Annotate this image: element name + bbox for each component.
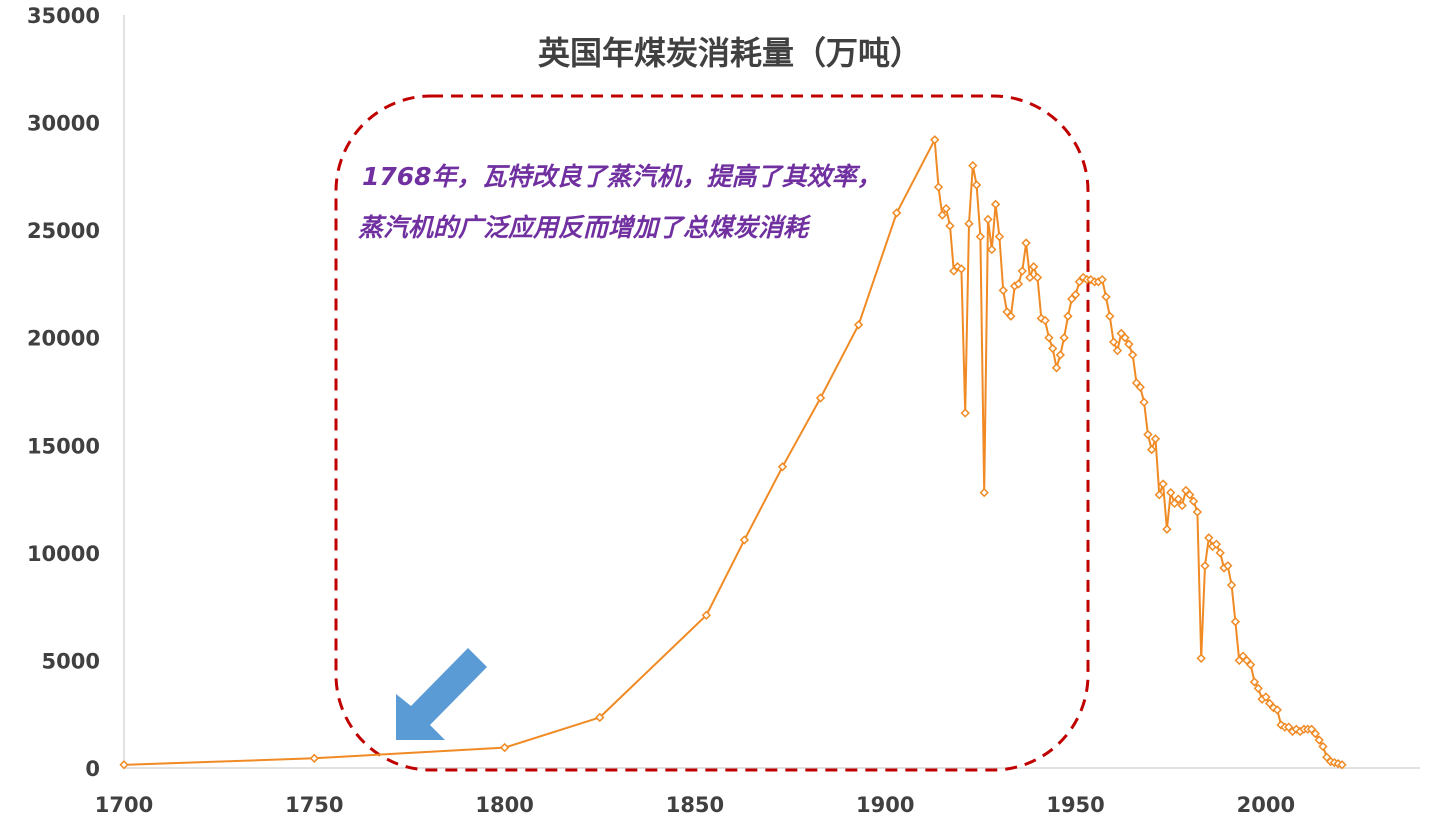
x-tick-label: 1950 xyxy=(1046,793,1104,817)
data-point xyxy=(1166,487,1176,498)
data-point xyxy=(853,320,864,330)
data-point xyxy=(1105,311,1115,321)
x-tick-label: 1750 xyxy=(285,793,343,817)
data-point xyxy=(968,160,978,171)
data-point xyxy=(1051,363,1062,373)
data-point xyxy=(990,199,1001,209)
data-point xyxy=(1192,507,1203,517)
data-point xyxy=(1112,345,1123,356)
data-point xyxy=(1044,333,1054,343)
y-tick-label: 30000 xyxy=(27,112,100,136)
chart-title: 英国年煤炭消耗量（万吨） xyxy=(538,34,922,72)
data-point xyxy=(1143,429,1153,440)
data-point xyxy=(930,135,940,145)
data-point xyxy=(1021,238,1031,248)
data-point xyxy=(1204,533,1214,543)
x-tick-label: 1850 xyxy=(666,793,724,817)
data-point xyxy=(1200,561,1210,571)
data-point xyxy=(1230,617,1241,627)
data-point xyxy=(1101,292,1111,302)
data-point xyxy=(964,219,974,229)
y-tick-label: 25000 xyxy=(27,219,100,243)
data-point xyxy=(1147,444,1157,455)
data-point xyxy=(739,535,750,545)
data-point xyxy=(987,244,997,255)
data-point xyxy=(1215,548,1225,558)
data-point xyxy=(945,221,955,231)
data-point xyxy=(499,742,510,753)
data-point xyxy=(998,285,1008,296)
data-point xyxy=(994,231,1005,242)
data-point xyxy=(1017,266,1027,276)
data-point xyxy=(975,231,986,242)
data-point xyxy=(1127,350,1138,360)
data-point xyxy=(1063,311,1073,321)
x-tick-label: 1900 xyxy=(856,793,914,817)
data-point xyxy=(1139,397,1149,407)
x-tick-label: 1800 xyxy=(475,793,533,817)
x-tick-label: 2000 xyxy=(1237,793,1295,817)
y-tick-label: 20000 xyxy=(27,327,100,351)
data-point xyxy=(309,753,319,763)
annotation-line-1: 1768年，瓦特改良了蒸汽机，提高了其效率， xyxy=(362,162,882,191)
arrow-icon xyxy=(396,648,487,740)
data-point xyxy=(1158,479,1168,489)
y-tick-label: 15000 xyxy=(27,434,100,458)
data-point xyxy=(1032,272,1043,283)
x-axis-ticks: 1700 1750 1800 1850 1900 1950 2000 xyxy=(95,793,1295,817)
x-tick-label: 1700 xyxy=(95,793,153,817)
data-point xyxy=(979,487,989,498)
y-tick-label: 5000 xyxy=(42,649,100,673)
y-axis-ticks: 0 5000 10000 15000 20000 25000 30000 35000 xyxy=(27,4,100,781)
data-point xyxy=(892,208,902,218)
data-point xyxy=(1048,343,1058,354)
data-point xyxy=(1162,524,1172,534)
data-point xyxy=(933,182,944,192)
data-point xyxy=(1055,350,1065,360)
y-tick-label: 35000 xyxy=(27,4,100,28)
annotation-line-2: 蒸汽机的广泛应用反而增加了总煤炭消耗 xyxy=(358,213,812,242)
coal-consumption-chart: 0 5000 10000 15000 20000 25000 30000 35000 1700… xyxy=(27,4,1420,817)
data-point xyxy=(1150,434,1161,444)
data-point xyxy=(1025,272,1035,283)
data-point xyxy=(1226,580,1237,590)
y-tick-label: 0 xyxy=(85,757,100,781)
data-point xyxy=(1196,653,1206,663)
data-point xyxy=(1029,262,1039,272)
data-point xyxy=(1154,490,1164,500)
data-point xyxy=(960,408,970,418)
data-point xyxy=(983,214,993,225)
data-point xyxy=(971,180,982,190)
data-point xyxy=(1108,337,1119,347)
data-point xyxy=(1059,333,1069,343)
y-tick-label: 10000 xyxy=(27,542,100,566)
